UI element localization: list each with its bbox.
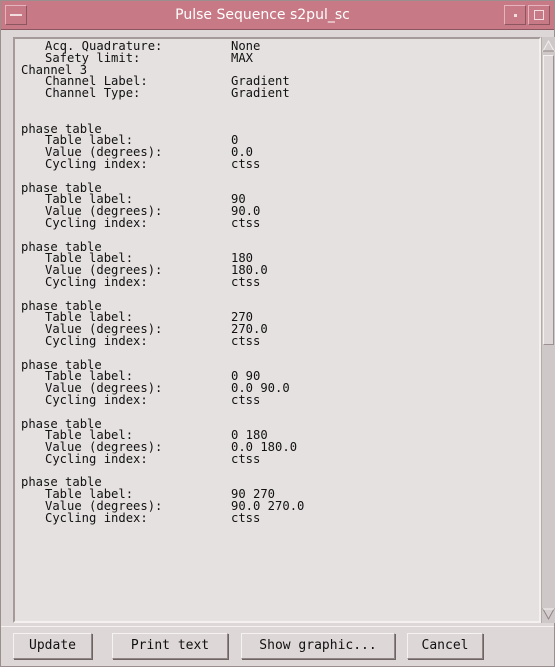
sequence-text: Acq. Quadrature: None Safety limit: MAX Ch…: [21, 41, 521, 621]
cancel-button[interactable]: Cancel: [407, 633, 483, 659]
line-value: Gradient: [231, 86, 290, 101]
cycling-value: ctss: [231, 510, 261, 525]
line-key: Cycling index:: [45, 392, 148, 407]
line-key: Cycling index:: [45, 333, 148, 348]
line-key: Cycling index:: [45, 451, 148, 466]
cycling-value: ctss: [231, 451, 261, 466]
print-text-button[interactable]: Print text: [112, 633, 228, 659]
window-menu-icon[interactable]: [5, 5, 27, 25]
maximize-icon[interactable]: [528, 5, 550, 25]
line-key: Cycling index:: [45, 274, 148, 289]
line-key: Cycling index:: [45, 156, 148, 171]
text-line: Cycling index: ctss: [21, 333, 521, 348]
text-line: Cycling index: ctss: [21, 392, 521, 407]
divider: [1, 626, 554, 627]
line-value: MAX: [231, 50, 254, 65]
window-title: Pulse Sequence s2pul_sc: [175, 7, 350, 23]
line-key: Cycling index:: [45, 215, 148, 230]
cycling-value: ctss: [231, 215, 261, 230]
scroll-down-arrow-icon[interactable]: [542, 607, 555, 621]
text-line: Safety limit: MAX: [21, 50, 521, 65]
text-line: Cycling index: ctss: [21, 510, 521, 525]
scrollbar-thumb[interactable]: [543, 55, 554, 345]
line-key: Channel Type:: [45, 86, 141, 101]
text-line: Cycling index: ctss: [21, 274, 521, 289]
update-button[interactable]: Update: [13, 633, 92, 659]
cycling-value: ctss: [231, 333, 261, 348]
show-graphic-button[interactable]: Show graphic...: [241, 633, 395, 659]
scroll-up-arrow-icon[interactable]: [542, 39, 555, 53]
text-line: Cycling index: ctss: [21, 156, 521, 171]
minimize-icon[interactable]: [504, 5, 526, 25]
title-bar[interactable]: Pulse Sequence s2pul_sc: [1, 1, 554, 30]
pulse-sequence-window: Pulse Sequence s2pul_sc Acq. Quadrature:…: [0, 0, 555, 667]
cycling-value: ctss: [231, 274, 261, 289]
text-line: Cycling index: ctss: [21, 451, 521, 466]
sequence-text-area[interactable]: Acq. Quadrature: None Safety limit: MAX Ch…: [13, 37, 541, 623]
vertical-scrollbar[interactable]: [541, 37, 555, 623]
cycling-value: ctss: [231, 156, 261, 171]
text-line: Cycling index: ctss: [21, 215, 521, 230]
text-line: Channel Type: Gradient: [21, 86, 521, 101]
line-key: Cycling index:: [45, 510, 148, 525]
cycling-value: ctss: [231, 392, 261, 407]
